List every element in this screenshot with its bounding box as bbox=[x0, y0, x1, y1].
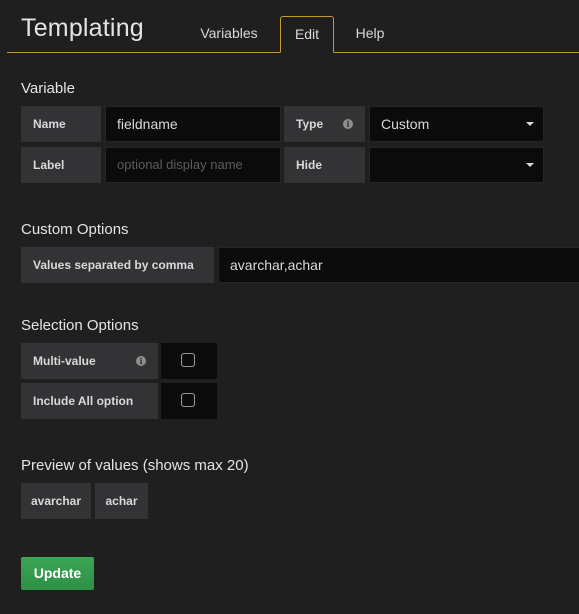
update-button[interactable]: Update bbox=[21, 557, 94, 590]
label-label: Label bbox=[21, 147, 101, 183]
chevron-down-icon bbox=[526, 163, 534, 167]
name-input[interactable]: fieldname bbox=[105, 106, 281, 142]
tab-variables[interactable]: Variables bbox=[189, 16, 269, 52]
hide-label: Hide bbox=[284, 147, 365, 183]
tab-help[interactable]: Help bbox=[345, 16, 395, 52]
custom-options-section-title: Custom Options bbox=[21, 221, 129, 238]
tab-edit[interactable]: Edit bbox=[280, 16, 334, 53]
type-select-value: Custom bbox=[381, 116, 430, 132]
preview-value-chip: achar bbox=[95, 483, 148, 519]
preview-section-title: Preview of values (shows max 20) bbox=[21, 457, 249, 474]
include-all-label: Include All option bbox=[21, 383, 158, 419]
multi-value-label: Multi-value i bbox=[21, 343, 158, 379]
chevron-down-icon bbox=[526, 122, 534, 126]
info-icon[interactable]: i bbox=[136, 356, 146, 366]
include-all-checkbox-cell bbox=[161, 383, 217, 419]
multi-value-checkbox[interactable] bbox=[181, 353, 195, 367]
values-input[interactable]: avarchar,achar bbox=[218, 247, 579, 283]
preview-value-chip: avarchar bbox=[21, 483, 91, 519]
variable-section-title: Variable bbox=[21, 80, 75, 97]
page-title: Templating bbox=[21, 14, 144, 42]
page-header: Templating Variables Edit Help bbox=[7, 0, 579, 53]
multi-value-label-text: Multi-value bbox=[33, 354, 96, 368]
type-label-text: Type bbox=[296, 117, 324, 131]
selection-options-section-title: Selection Options bbox=[21, 317, 139, 334]
type-select[interactable]: Custom bbox=[369, 106, 544, 142]
multi-value-checkbox-cell bbox=[161, 343, 217, 379]
name-label: Name bbox=[21, 106, 101, 142]
type-label: Type i bbox=[284, 106, 365, 142]
include-all-checkbox[interactable] bbox=[181, 393, 195, 407]
info-icon[interactable]: i bbox=[343, 119, 353, 129]
values-label: Values separated by comma bbox=[21, 247, 214, 283]
label-input[interactable]: optional display name bbox=[105, 147, 281, 183]
hide-select[interactable] bbox=[369, 147, 544, 183]
